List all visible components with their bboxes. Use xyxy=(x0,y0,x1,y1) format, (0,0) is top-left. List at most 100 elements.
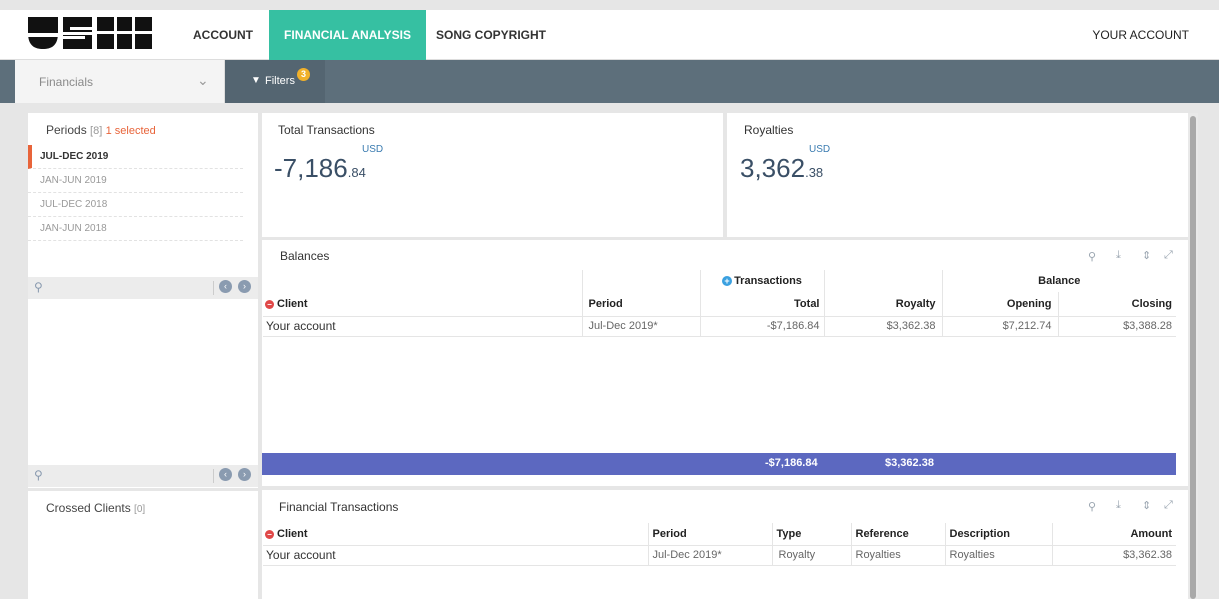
royalties-title: Royalties xyxy=(744,123,794,137)
totals-total: -$7,186.84 xyxy=(765,457,818,469)
collapse-icon[interactable]: − xyxy=(265,529,274,539)
cell-closing: $3,388.28 xyxy=(1123,320,1172,332)
column-header-closing[interactable]: Closing xyxy=(1058,292,1176,316)
periods-panel: Periods [8] 1 selected JUL-DEC 2019 JAN-… xyxy=(28,113,258,599)
sort-icon[interactable]: ⇕ xyxy=(1142,249,1151,262)
balances-title: Balances xyxy=(280,249,330,263)
app-root: ACCOUNT FINANCIAL ANALYSIS SONG COPYRIGH… xyxy=(0,0,1219,599)
nav-your-account[interactable]: YOUR ACCOUNT xyxy=(1092,10,1189,60)
table-cell xyxy=(582,270,701,292)
table-header-row: − Client Period Type Reference Descriptio… xyxy=(263,523,1176,545)
royalties-value: 3,362.38 xyxy=(740,153,823,184)
financial-transactions-title: Financial Transactions xyxy=(279,500,399,514)
transactions-group-label: Transactions xyxy=(734,275,802,287)
periods-selected: 1 selected xyxy=(105,125,156,137)
column-label: Client xyxy=(277,527,308,540)
column-header-royalty[interactable]: Royalty xyxy=(824,292,943,316)
column-header-client[interactable]: − Client xyxy=(263,523,649,545)
view-select[interactable]: Financials ⌄ xyxy=(15,60,225,103)
total-transactions-value: -7,186.84 xyxy=(274,153,366,184)
period-item[interactable]: JAN-JUN 2019 xyxy=(28,169,243,193)
download-icon[interactable]: ⤓ xyxy=(1116,249,1121,262)
transactions-group-header[interactable]: + Transactions xyxy=(700,270,825,292)
prev-arrow-icon[interactable]: ‹ xyxy=(219,468,232,481)
filters-label: Filters xyxy=(265,75,295,87)
total-transactions-decimal: .84 xyxy=(347,165,366,180)
total-transactions-integer: -7,186 xyxy=(274,153,348,183)
brand-logo[interactable] xyxy=(26,13,154,53)
cell-total: -$7,186.84 xyxy=(700,316,825,336)
cell-reference: Royalties xyxy=(851,545,946,565)
royalties-card: Royalties USD 3,362.38 xyxy=(727,113,1188,237)
column-header-period[interactable]: Period xyxy=(582,292,701,316)
cell-opening: $7,212.74 xyxy=(942,316,1059,336)
column-header-period[interactable]: Period xyxy=(648,523,773,545)
filter-icon: ▼ xyxy=(251,75,261,86)
top-nav: ACCOUNT FINANCIAL ANALYSIS SONG COPYRIGH… xyxy=(0,10,1219,60)
cell-period: Jul-Dec 2019* xyxy=(582,316,701,336)
periods-count: [8] xyxy=(90,125,103,137)
column-header-type[interactable]: Type xyxy=(772,523,852,545)
crossed-clients-panel: Crossed Clients [0] xyxy=(28,488,258,599)
nav-account[interactable]: ACCOUNT xyxy=(178,10,268,60)
scrollbar-thumb[interactable] xyxy=(1190,116,1196,599)
periods-title: Periods xyxy=(46,123,87,137)
cell-royalty: $3,362.38 xyxy=(824,316,943,336)
column-header-reference[interactable]: Reference xyxy=(851,523,946,545)
cell-description: Royalties xyxy=(945,545,1053,565)
search-icon[interactable]: ⚲ xyxy=(1088,250,1096,263)
next-arrow-icon[interactable]: › xyxy=(238,468,251,481)
collapse-icon[interactable]: − xyxy=(265,299,274,309)
financial-transactions-table: − Client Period Type Reference Descriptio… xyxy=(263,523,1176,566)
periods-header: Periods [8] 1 selected xyxy=(46,123,156,137)
cell-amount: $3,362.38 xyxy=(1123,549,1172,561)
column-header-description[interactable]: Description xyxy=(945,523,1053,545)
period-item[interactable]: JUL-DEC 2019 xyxy=(28,145,243,169)
search-icon[interactable]: ⚲ xyxy=(34,280,43,294)
cell-client: Your account xyxy=(263,316,583,336)
column-label: Client xyxy=(277,297,308,310)
cell-client: Your account xyxy=(263,545,649,565)
table-cell xyxy=(263,270,583,292)
financial-transactions-card: Financial Transactions ⚲ ⤓ ⇕ ⤢ − Client P… xyxy=(262,490,1188,599)
chevron-down-icon: ⌄ xyxy=(197,72,209,88)
column-header-opening[interactable]: Opening xyxy=(942,292,1059,316)
royalties-decimal: .38 xyxy=(805,165,824,180)
sub-toolbar: Financials ⌄ ▼ Filters 3 xyxy=(0,60,1219,103)
crossed-clients-count: [0] xyxy=(134,504,146,515)
search-icon[interactable]: ⚲ xyxy=(1088,500,1096,513)
table-header-row: − Client Period Total Royalty Opening Clo… xyxy=(263,292,1176,316)
balances-table: + Transactions Balance − Client Period Tot… xyxy=(263,270,1176,337)
crossed-clients-header: Crossed Clients [0] xyxy=(46,501,145,515)
clients-search-bar: ⚲ ‹ › xyxy=(28,465,258,487)
column-header-client[interactable]: − Client xyxy=(263,292,583,316)
search-icon[interactable]: ⚲ xyxy=(34,468,43,482)
nav-song-copyright[interactable]: SONG COPYRIGHT xyxy=(426,10,556,60)
download-icon[interactable]: ⤓ xyxy=(1116,499,1121,512)
totals-royalty: $3,362.38 xyxy=(885,457,934,469)
period-item[interactable]: JUL-DEC 2018 xyxy=(28,193,243,217)
table-cell xyxy=(824,270,943,292)
sort-icon[interactable]: ⇕ xyxy=(1142,499,1151,512)
royalties-integer: 3,362 xyxy=(740,153,806,183)
nav-financial-analysis[interactable]: FINANCIAL ANALYSIS xyxy=(269,10,426,60)
expand-icon[interactable]: ⤢ xyxy=(1164,499,1173,512)
table-row[interactable]: Your account Jul-Dec 2019* -$7,186.84 $3… xyxy=(263,316,1176,336)
prev-arrow-icon[interactable]: ‹ xyxy=(219,280,232,293)
table-row[interactable]: Your account Jul-Dec 2019* Royalty Royal… xyxy=(263,545,1176,565)
column-header-total[interactable]: Total xyxy=(700,292,825,316)
cell-period: Jul-Dec 2019* xyxy=(648,545,773,565)
cell-type: Royalty xyxy=(772,545,852,565)
filters-button[interactable]: ▼ Filters 3 xyxy=(225,60,325,103)
expand-icon[interactable]: ⤢ xyxy=(1164,249,1173,262)
total-transactions-title: Total Transactions xyxy=(278,123,375,137)
expand-icon[interactable]: + xyxy=(722,276,733,286)
next-arrow-icon[interactable]: › xyxy=(238,280,251,293)
crossed-clients-title: Crossed Clients xyxy=(46,501,131,515)
divider xyxy=(213,469,214,483)
balances-totals-bar: -$7,186.84 $3,362.38 xyxy=(262,453,1176,475)
balance-group-header: Balance xyxy=(1038,275,1081,287)
period-item[interactable]: JAN-JUN 2018 xyxy=(28,217,243,241)
periods-search-bar: ⚲ ‹ › xyxy=(28,277,258,299)
column-header-amount[interactable]: Amount xyxy=(1052,523,1176,545)
